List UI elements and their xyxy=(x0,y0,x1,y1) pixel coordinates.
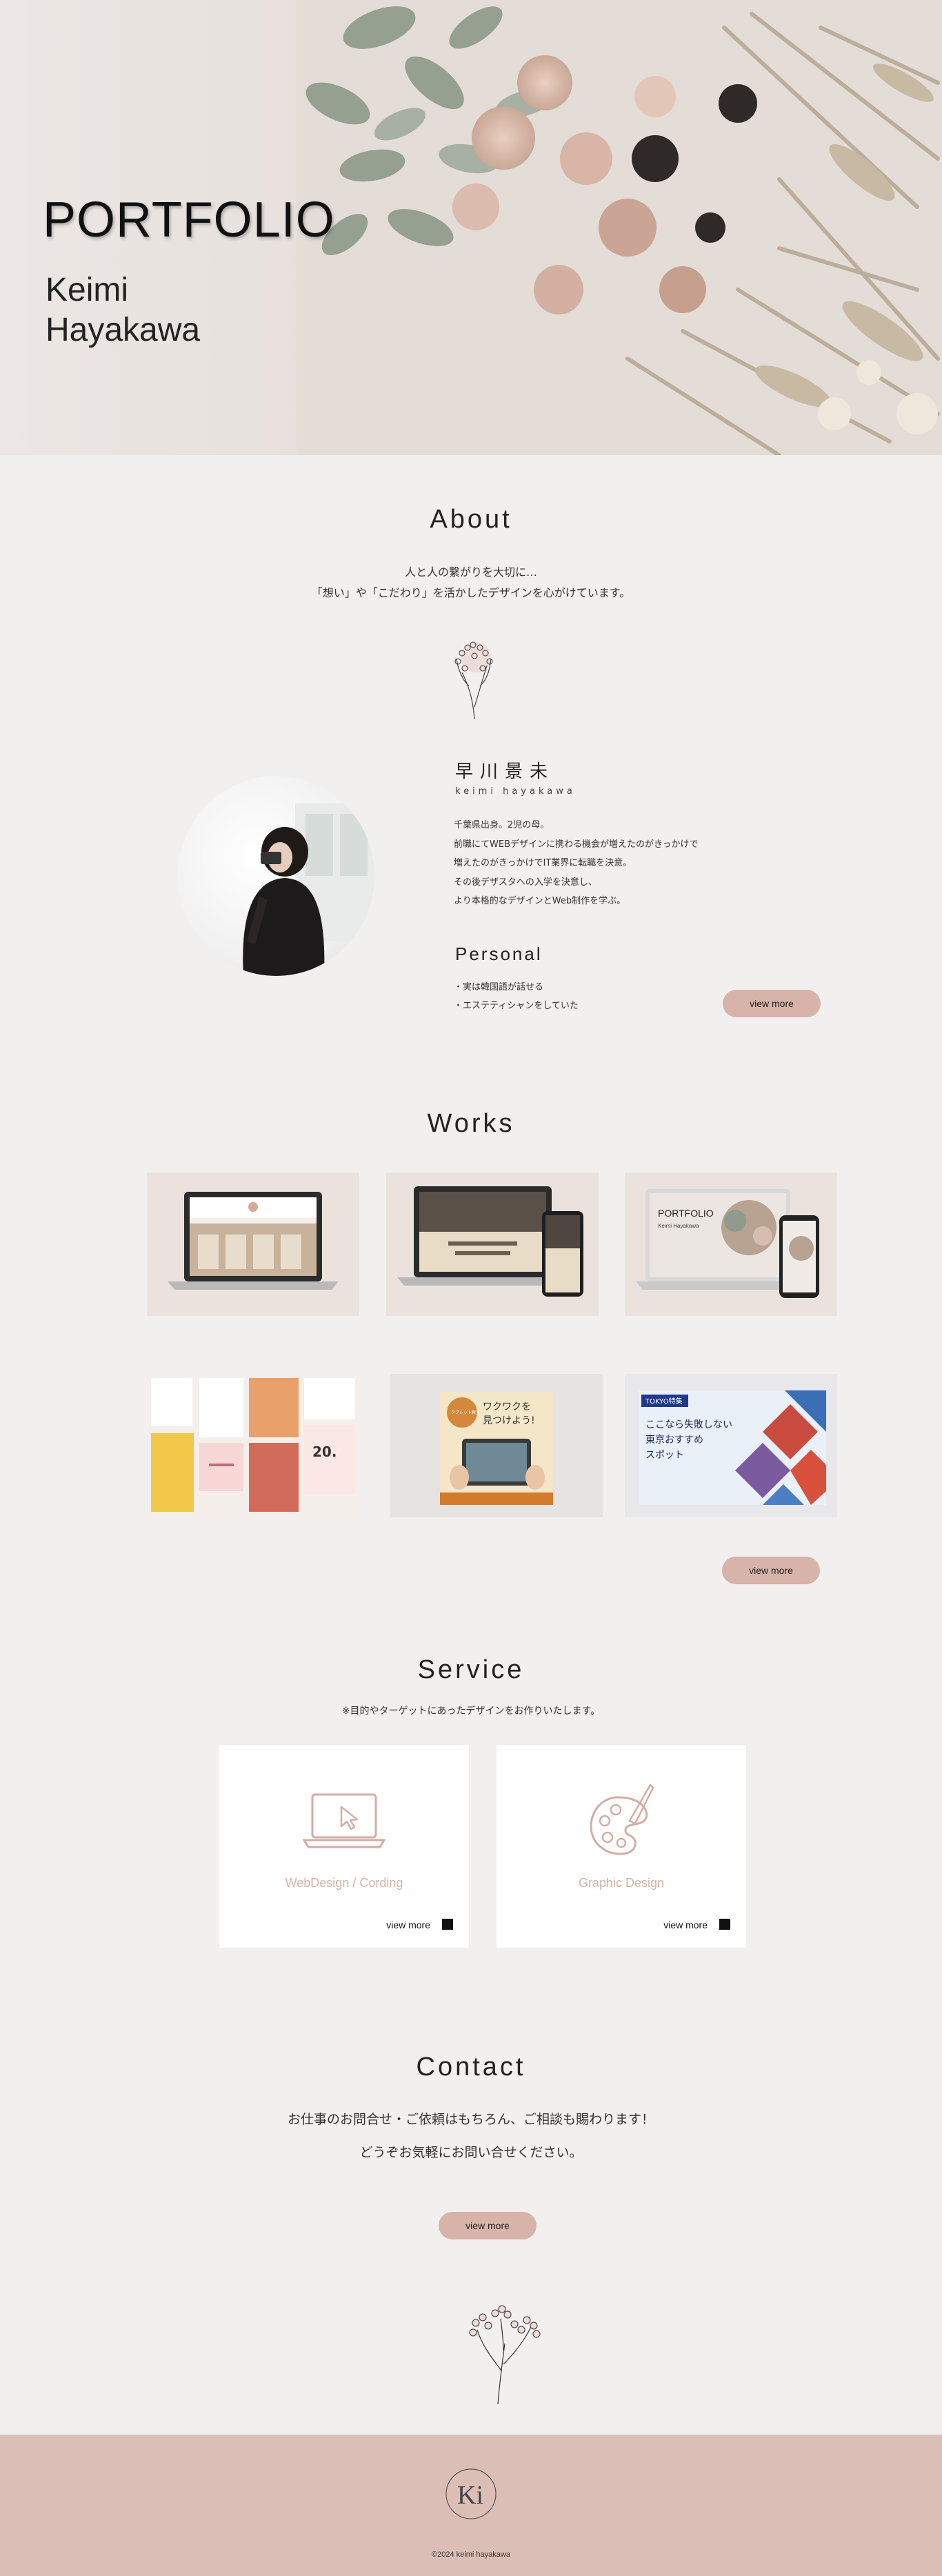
work-item-cafe-site[interactable] xyxy=(386,1172,599,1316)
paint-palette-icon xyxy=(590,1783,654,1855)
work-item-banner-collage[interactable]: 20. xyxy=(147,1374,359,1517)
works-heading: Works xyxy=(427,1109,515,1138)
page: PORTFOLIO Keimi Hayakawa About 人と人の繋がりを大… xyxy=(0,0,942,2576)
flower-illustration-icon xyxy=(454,641,493,720)
bio-line: 千葉県出身。2児の母。 xyxy=(454,820,550,830)
about-heading: About xyxy=(430,505,512,534)
bio-line: より本格的なデザインとWeb制作を学ぶ。 xyxy=(454,896,626,906)
service-heading: Service xyxy=(417,1655,525,1684)
service-subtitle: ※目的やターゲットにあったデザインをお作りいたします。 xyxy=(341,1706,601,1717)
tokyo-banner-line-2: 東京おすすめ xyxy=(645,1435,703,1446)
square-icon xyxy=(719,1919,730,1930)
service-card-graphic[interactable]: Graphic Design view more xyxy=(497,1745,746,1948)
about-intro-line-2: 「想い」や「こだわり」を活かしたデザインを心がけています。 xyxy=(311,586,631,599)
personal-item: ・エステティシャンをしていた xyxy=(454,1001,579,1011)
contact-heading: Contact xyxy=(416,2053,526,2081)
service-card-web[interactable]: WebDesign / Cording view more xyxy=(219,1745,469,1948)
svg-text:20.: 20. xyxy=(312,1444,337,1460)
profile-bio: 千葉県出身。2児の母。 前職にてWEBデザインに携わる機会が増えたのがきっかけで… xyxy=(454,816,698,911)
tablet-banner-headline-2: 見つけよう! xyxy=(483,1415,535,1426)
dried-flower-bouquet-image xyxy=(297,0,942,455)
work-item-tokyo-banner[interactable]: TOKYO特集 ここなら失敗しない 東京おすすめ スポット xyxy=(625,1374,837,1517)
personal-heading: Personal xyxy=(455,943,543,964)
tablet-banner-badge: タブレット教室 xyxy=(451,1410,480,1415)
personal-item: ・実は韓国語が話せる xyxy=(454,982,544,992)
contact-line-2: どうぞお気軽にお問い合せください。 xyxy=(359,2145,583,2160)
square-icon xyxy=(442,1919,453,1930)
profile-photo xyxy=(178,776,374,976)
hero: PORTFOLIO Keimi Hayakawa xyxy=(0,0,942,455)
bio-line: その後デザスタへの入学を決意し、 xyxy=(454,877,597,888)
profile-jp-name: 早川景未 xyxy=(455,761,555,782)
mini-portfolio-title: PORTFOLIO xyxy=(658,1208,714,1219)
ki-logo: Ki xyxy=(445,2468,497,2519)
work-item-portfolio-site[interactable]: PORTFOLIO Keimi Hayakawa xyxy=(625,1172,837,1316)
tablet-banner-headline-1: ワクワクを xyxy=(483,1401,531,1412)
flower-illustration-icon xyxy=(469,2305,541,2405)
bio-line: 前職にてWEBデザインに携わる機会が増えたのがきっかけで xyxy=(454,839,699,850)
service-card-label: Graphic Design xyxy=(578,1876,665,1890)
mini-portfolio-name: Keimi Hayakawa xyxy=(658,1223,699,1229)
hero-name: Keimi Hayakawa xyxy=(46,272,201,348)
about-intro-line-1: 人と人の繋がりを大切に… xyxy=(404,566,537,579)
work-item-tablet-banner[interactable]: タブレット教室 ワクワクを 見つけよう! xyxy=(390,1374,603,1517)
tokyo-banner-tag: TOKYO特集 xyxy=(645,1397,683,1406)
copyright: ©2024 keimi hayakawa xyxy=(432,2550,510,2559)
service-card-view-more[interactable]: view more xyxy=(663,1919,708,1930)
personal-list: ・実は韓国語が話せる ・エステティシャンをしていた xyxy=(454,978,579,1015)
service-card-view-more[interactable]: view more xyxy=(386,1919,430,1930)
logo-text: Ki xyxy=(457,2481,483,2510)
tokyo-banner-line-3: スポット xyxy=(645,1450,684,1461)
laptop-cursor-icon xyxy=(303,1793,385,1848)
bio-line: 増えたのがきっかけでIT業界に転職を決意。 xyxy=(454,858,632,868)
works-view-more-button[interactable]: view more xyxy=(722,1557,820,1584)
contact-line-1: お仕事のお問合せ・ご依頼はもちろん、ご相談も賜わります！ xyxy=(287,2112,654,2127)
work-item-salon-site[interactable] xyxy=(147,1172,359,1316)
contact-view-more-button[interactable]: view more xyxy=(439,2212,537,2239)
hero-title: PORTFOLIO xyxy=(43,192,335,248)
tokyo-banner-line-1: ここなら失敗しない xyxy=(645,1419,732,1430)
about-view-more-button[interactable]: view more xyxy=(723,990,821,1017)
footer: Ki ©2024 keimi hayakawa xyxy=(0,2435,942,2576)
service-card-label: WebDesign / Cording xyxy=(285,1876,403,1890)
profile-roman-name: keimi hayakawa xyxy=(455,786,576,797)
